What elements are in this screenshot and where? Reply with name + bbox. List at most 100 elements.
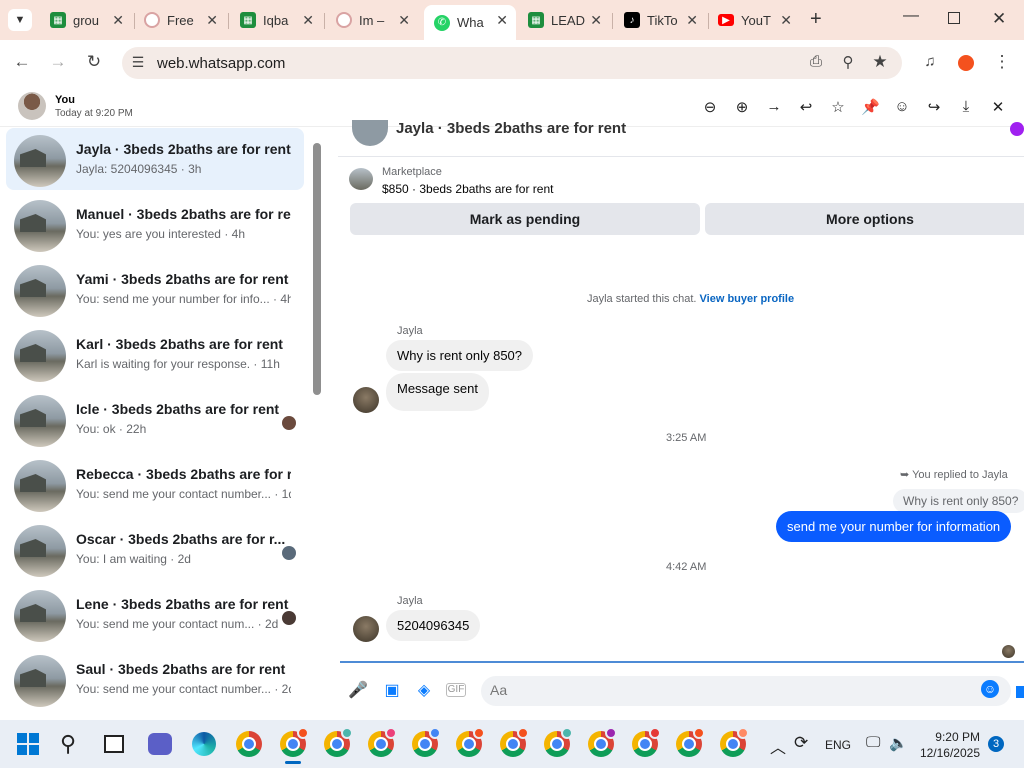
share-icon[interactable]: ↪	[925, 98, 943, 116]
tab-item-active[interactable]: ✆ Wha ✕	[424, 5, 516, 40]
language-indicator[interactable]: ENG	[825, 738, 851, 752]
close-tab-icon[interactable]: ✕	[496, 12, 508, 29]
chrome-profile-icon[interactable]	[676, 727, 705, 757]
chrome-profile-icon[interactable]	[456, 727, 485, 757]
more-options-button[interactable]: More options	[705, 203, 1024, 235]
list-item[interactable]: Jayla · 3beds 2baths are for rent Jayla: …	[6, 128, 304, 190]
forward-arrow-icon[interactable]: →	[765, 98, 783, 115]
sticker-icon[interactable]: ◈	[414, 680, 434, 700]
chrome-profile-icon[interactable]	[632, 727, 661, 757]
listing-thumbnail[interactable]	[349, 168, 373, 190]
star-icon[interactable]: ☆	[829, 98, 847, 116]
chrome-profile-icon[interactable]	[544, 727, 573, 757]
tab-item[interactable]: ▦ LEAD ✕	[518, 7, 610, 33]
zoom-in-icon[interactable]: ⊕	[733, 98, 751, 116]
close-tab-icon[interactable]: ✕	[780, 12, 792, 29]
listing-title[interactable]: $850 · 3beds 2baths are for rent	[382, 182, 553, 196]
url-text[interactable]: web.whatsapp.com	[157, 55, 285, 72]
tab-item[interactable]: ▦ Iqba ✕	[230, 7, 322, 33]
avatar[interactable]	[353, 387, 379, 413]
list-item[interactable]: Saul · 3beds 2baths are for rent You: sen…	[6, 648, 304, 710]
back-icon[interactable]: ←	[10, 52, 34, 72]
site-info-icon[interactable]: ☰	[126, 54, 150, 71]
zoom-icon[interactable]: ⚲	[836, 53, 860, 71]
clock-date[interactable]: 12/16/2025	[916, 746, 980, 760]
media-icon[interactable]: ♫	[918, 53, 942, 70]
tab-item[interactable]: Free ✕	[134, 7, 226, 33]
like-icon[interactable]	[1016, 686, 1024, 698]
chrome-profile-icon[interactable]	[412, 727, 441, 757]
close-icon[interactable]: ✕	[989, 98, 1007, 116]
forward-icon[interactable]: →	[46, 52, 70, 72]
tab-item[interactable]: ▦ grou ✕	[40, 7, 132, 33]
list-item[interactable]: Icle · 3beds 2baths are for rent You: ok …	[6, 388, 304, 450]
reload-icon[interactable]: ↻	[82, 52, 106, 72]
menu-icon[interactable]: ⋮	[990, 52, 1014, 72]
chrome-profile-icon[interactable]	[720, 727, 749, 757]
close-tab-icon[interactable]: ✕	[112, 12, 124, 29]
message-bubble-outgoing[interactable]: send me your number for information	[776, 511, 1012, 542]
gif-icon[interactable]: GIF	[446, 683, 466, 697]
avatar[interactable]	[18, 92, 46, 120]
download-icon[interactable]: ⤓	[957, 98, 975, 115]
quoted-message[interactable]: Why is rent only 850?	[893, 489, 1024, 513]
message-bubble[interactable]: 5204096345	[386, 610, 481, 641]
emoji-icon[interactable]: ☺	[981, 680, 999, 698]
close-tab-icon[interactable]: ✕	[686, 12, 698, 29]
restore-icon[interactable]	[948, 12, 960, 24]
tab-item[interactable]: ♪ TikTo ✕	[614, 7, 706, 33]
minimize-icon[interactable]: —	[903, 7, 919, 25]
chrome-icon[interactable]	[236, 731, 262, 757]
tab-search-button[interactable]: ▼	[8, 9, 32, 31]
chrome-profile-icon[interactable]	[280, 727, 309, 757]
close-tab-icon[interactable]: ✕	[590, 12, 602, 29]
seen-avatar	[282, 546, 296, 560]
profile-avatar[interactable]	[958, 55, 974, 71]
chat-app-icon[interactable]	[148, 733, 172, 755]
search-icon[interactable]: ⚲	[60, 731, 76, 757]
install-app-icon[interactable]: ⎙	[804, 53, 828, 70]
chrome-profile-icon[interactable]	[368, 727, 397, 757]
bookmark-star-icon[interactable]: ★	[868, 52, 892, 72]
clock-time[interactable]: 9:20 PM	[920, 730, 980, 744]
task-view-icon[interactable]	[104, 735, 124, 753]
list-item[interactable]: Oscar · 3beds 2baths are for r... You: I …	[6, 518, 304, 580]
network-icon[interactable]: 🖵	[866, 734, 880, 751]
list-item[interactable]: Yami · 3beds 2baths are for rent You: sen…	[6, 258, 304, 320]
message-bubble[interactable]: Message sent	[386, 373, 489, 411]
chrome-profile-icon[interactable]	[324, 727, 353, 757]
view-buyer-profile-link[interactable]: View buyer profile	[700, 293, 795, 305]
message-bubble[interactable]: Why is rent only 850?	[386, 340, 534, 371]
sync-icon[interactable]: ⟳	[794, 733, 808, 753]
pin-icon[interactable]: 📌	[861, 98, 880, 116]
emoji-icon[interactable]: ☺	[893, 98, 911, 115]
tab-item[interactable]: Im – ✕	[326, 7, 418, 33]
list-item[interactable]: Lene · 3beds 2baths are for rent You: sen…	[6, 583, 304, 645]
edge-icon[interactable]	[192, 732, 216, 756]
avatar[interactable]	[353, 616, 379, 642]
new-tab-icon[interactable]: +	[810, 8, 822, 31]
zoom-out-icon[interactable]: ⊖	[701, 98, 719, 116]
chrome-profile-icon[interactable]	[500, 727, 529, 757]
mark-pending-button[interactable]: Mark as pending	[350, 203, 700, 235]
reply-icon[interactable]: ↩	[797, 98, 815, 116]
chrome-profile-icon[interactable]	[588, 727, 617, 757]
volume-icon[interactable]: 🔈	[889, 734, 908, 752]
tray-chevron-up-icon[interactable]: ︿	[770, 734, 786, 758]
message-placeholder: Aa	[490, 682, 508, 698]
list-item[interactable]: Manuel · 3beds 2baths are for re... You: …	[6, 193, 304, 255]
close-window-icon[interactable]: ✕	[992, 9, 1006, 29]
close-tab-icon[interactable]: ✕	[206, 12, 218, 29]
list-item[interactable]: Rebecca · 3beds 2baths are for r... You: …	[6, 453, 304, 515]
info-icon[interactable]	[1010, 122, 1024, 136]
windows-start-icon[interactable]	[17, 733, 39, 755]
sidebar-scrollbar[interactable]	[313, 143, 321, 395]
list-item[interactable]: Karl · 3beds 2baths are for rent Karl is …	[6, 323, 304, 385]
close-tab-icon[interactable]: ✕	[302, 12, 314, 29]
close-tab-icon[interactable]: ✕	[398, 12, 410, 29]
message-input[interactable]	[481, 676, 1011, 706]
microphone-icon[interactable]: 🎤	[348, 680, 368, 700]
photo-icon[interactable]: ▣	[382, 680, 402, 700]
tab-item[interactable]: ▶ YouT ✕	[708, 7, 800, 33]
notification-badge[interactable]: 3	[988, 736, 1004, 752]
